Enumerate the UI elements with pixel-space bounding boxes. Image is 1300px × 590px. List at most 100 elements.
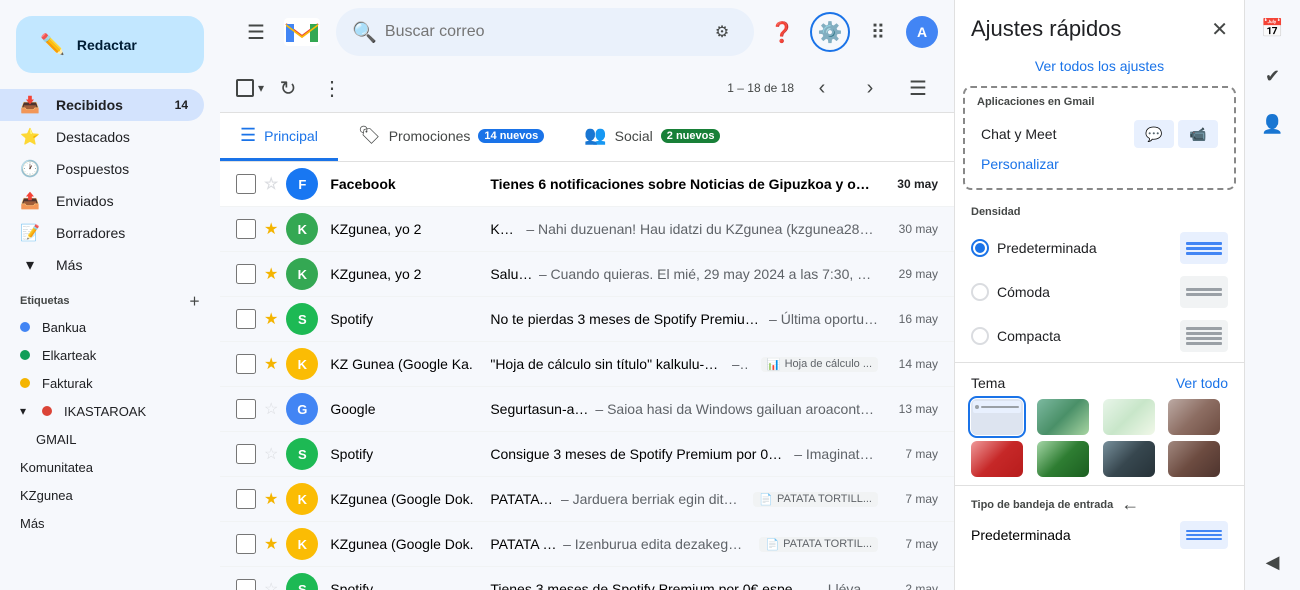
tasks-icon-btn[interactable]: ✔ [1253, 56, 1293, 96]
label-bankua[interactable]: Bankua [0, 313, 204, 341]
email-row[interactable]: ★ K KZgunea, yo 2 Saludos – Cuando quier… [220, 252, 954, 297]
meet-icon-btn[interactable]: 📹 [1178, 120, 1218, 148]
email-row[interactable]: ☆ S Spotify Consigue 3 meses de Spotify … [220, 432, 954, 477]
email-star-3[interactable]: ★ [264, 309, 278, 329]
sidebar-item-enviados[interactable]: 📤 Enviados [0, 185, 204, 217]
email-checkbox-1[interactable] [236, 219, 256, 239]
theme-swatch-6[interactable] [1103, 441, 1155, 477]
theme-swatch-5[interactable] [1037, 441, 1089, 477]
personalizar-link[interactable]: Personalizar [965, 152, 1234, 180]
email-star-7[interactable]: ★ [264, 489, 278, 509]
email-row[interactable]: ☆ S Spotify Tienes 3 meses de Spotify Pr… [220, 567, 954, 590]
compose-button[interactable]: ✏️ Redactar [16, 16, 204, 73]
theme-ver-todo[interactable]: Ver todo [1176, 375, 1228, 391]
density-compacta[interactable]: Compacta [955, 314, 1244, 358]
density-predeterminada-label: Predeterminada [997, 240, 1097, 256]
apps-button[interactable]: ⠿ [858, 12, 898, 52]
theme-swatch-1[interactable] [1037, 399, 1089, 435]
email-checkbox-6[interactable] [236, 444, 256, 464]
theme-swatch-3[interactable] [1168, 399, 1220, 435]
theme-swatch-2[interactable] [1103, 399, 1155, 435]
bandeja-option: Predeterminada [971, 521, 1228, 549]
search-icon[interactable]: 🔍 [352, 20, 377, 45]
email-star-2[interactable]: ★ [264, 264, 278, 284]
email-row[interactable]: ☆ G Google Segurtasun-alerta – Saioa has… [220, 387, 954, 432]
select-dropdown-button[interactable]: ▾ [258, 81, 264, 95]
email-checkbox-4[interactable] [236, 354, 256, 374]
label-mas-bottom[interactable]: Más [0, 509, 204, 537]
email-star-8[interactable]: ★ [264, 534, 278, 554]
label-komunitatea[interactable]: Komunitatea [0, 453, 204, 481]
email-row[interactable]: ★ K KZgunea (Google Dok. PATATA TORTILLA… [220, 477, 954, 522]
theme-grid [955, 399, 1244, 485]
next-page-button[interactable]: › [850, 68, 890, 108]
email-row[interactable]: ★ K KZgunea, yo 2 Kaixo – Nahi duzuenan!… [220, 207, 954, 252]
nav-label-borradores: Borradores [56, 225, 125, 241]
email-star-5[interactable]: ☆ [264, 399, 278, 419]
sidebar-item-recibidos[interactable]: 📥 Recibidos 14 [0, 89, 204, 121]
email-row[interactable]: ★ K KZgunea (Google Dok. PATATA TORTILLA… [220, 522, 954, 567]
refresh-button[interactable]: ↻ [268, 68, 308, 108]
tab-promociones[interactable]: 🏷 Promociones 14 nuevos [338, 113, 564, 161]
qs-close-button[interactable]: ✕ [1211, 17, 1228, 42]
search-input[interactable] [385, 23, 698, 41]
label-elkarteak[interactable]: Elkarteak [0, 341, 204, 369]
contacts-icon-btn[interactable]: 👤 [1253, 104, 1293, 144]
email-star-9[interactable]: ☆ [264, 579, 278, 590]
sidebar-item-mas[interactable]: ▾ Más [0, 249, 204, 281]
apps-section-title: Aplicaciones en Gmail [965, 96, 1234, 112]
email-checkbox-3[interactable] [236, 309, 256, 329]
help-button[interactable]: ❓ [762, 12, 802, 52]
expand-icon[interactable]: ▾ [20, 404, 26, 418]
density-predeterminada[interactable]: Predeterminada [955, 226, 1244, 270]
qs-title: Ajustes rápidos [971, 16, 1121, 42]
email-checkbox-7[interactable] [236, 489, 256, 509]
label-kzgunea[interactable]: KZgunea [0, 481, 204, 509]
email-checkbox-8[interactable] [236, 534, 256, 554]
email-star-1[interactable]: ★ [264, 219, 278, 239]
calendar-icon-btn[interactable]: 📅 [1253, 8, 1293, 48]
email-avatar-3: S [286, 303, 318, 335]
sublabel-gmail[interactable]: GMAIL [0, 425, 204, 453]
theme-swatch-4[interactable] [971, 441, 1023, 477]
more-options-button[interactable]: ⋮ [312, 68, 352, 108]
label-ikastaroak-text: IKASTAROAK [64, 404, 146, 419]
email-row[interactable]: ★ K KZ Gunea (Google Ka. "Hoja de cálcul… [220, 342, 954, 387]
sidebar-item-destacados[interactable]: ⭐ Destacados [0, 121, 204, 153]
email-row[interactable]: ☆ F Facebook Tienes 6 notificaciones sob… [220, 162, 954, 207]
qs-view-all-link[interactable]: Ver todos los ajustes [1035, 58, 1164, 74]
email-star-0[interactable]: ☆ [264, 174, 278, 194]
email-row[interactable]: ★ S Spotify No te pierdas 3 meses de Spo… [220, 297, 954, 342]
nav-label-mas: Más [56, 257, 82, 273]
select-all-checkbox[interactable] [236, 79, 254, 97]
email-sender-5: Google [330, 401, 490, 417]
email-snippet-4: – K. [732, 356, 747, 372]
theme-swatch-0[interactable] [971, 399, 1023, 435]
add-label-icon[interactable]: ＋ [189, 293, 200, 309]
density-comoda[interactable]: Cómoda [955, 270, 1244, 314]
search-filter-button[interactable]: ⚙ [706, 16, 738, 48]
hamburger-button[interactable]: ☰ [236, 12, 276, 52]
view-options-button[interactable]: ☰ [898, 68, 938, 108]
label-ikastaroak[interactable]: ▾ IKASTAROAK [0, 397, 204, 425]
chat-icon-btn[interactable]: 💬 [1134, 120, 1174, 148]
email-checkbox-9[interactable] [236, 579, 256, 590]
settings-button[interactable]: ⚙️ [810, 12, 850, 52]
tab-social[interactable]: 👥 Social 2 nuevos [564, 113, 740, 161]
label-fakturak[interactable]: Fakturak [0, 369, 204, 397]
email-checkbox-2[interactable] [236, 264, 256, 284]
sidebar-item-pospuestos[interactable]: 🕐 Pospuestos [0, 153, 204, 185]
select-all-area: ▾ [236, 79, 264, 97]
expand-icon-btn[interactable]: ◀ [1253, 542, 1293, 582]
email-checkbox-0[interactable] [236, 174, 256, 194]
sidebar-item-borradores[interactable]: 📝 Borradores [0, 217, 204, 249]
email-star-6[interactable]: ☆ [264, 444, 278, 464]
nav-label-recibidos: Recibidos [56, 97, 123, 113]
theme-swatch-7[interactable] [1168, 441, 1220, 477]
avatar[interactable]: A [906, 16, 938, 48]
email-star-4[interactable]: ★ [264, 354, 278, 374]
email-snippet-5: – Saioa hasi da Windows gailuan aroacont… [595, 401, 878, 417]
prev-page-button[interactable]: ‹ [802, 68, 842, 108]
tab-principal[interactable]: ☰ Principal [220, 113, 338, 161]
email-checkbox-5[interactable] [236, 399, 256, 419]
